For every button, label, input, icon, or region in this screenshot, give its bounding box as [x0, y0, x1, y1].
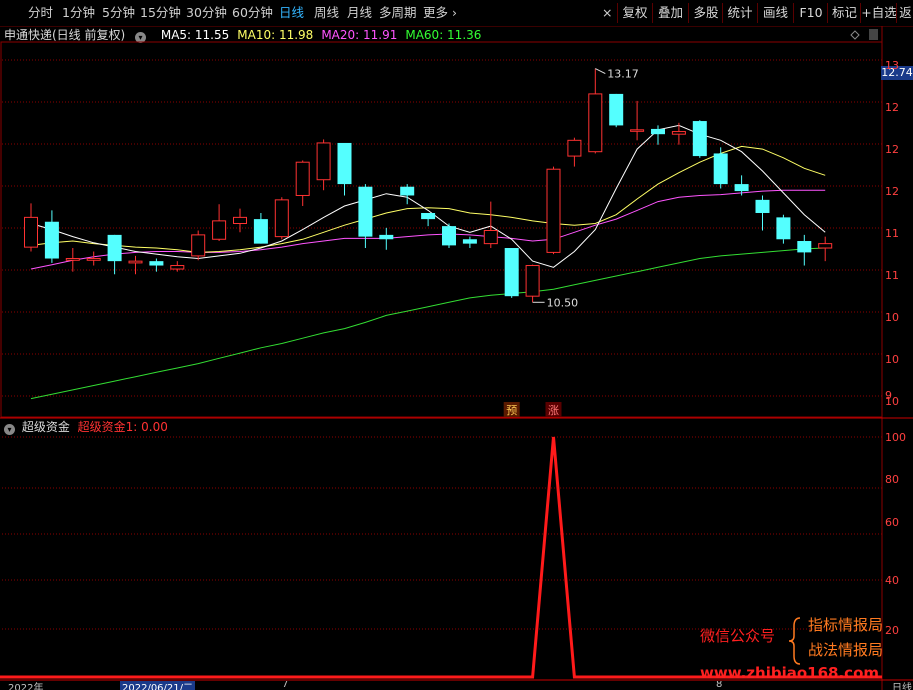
- price-tick-7: 10: [885, 353, 899, 366]
- watermark-line2: 战法情报局: [808, 641, 884, 659]
- candle-body: [400, 186, 415, 196]
- candle-body: [462, 239, 477, 244]
- candle-body: [734, 184, 749, 192]
- candle-body: [316, 142, 331, 181]
- watermark-line1: 指标情报局: [808, 616, 884, 634]
- sub-title[interactable]: 超级资金: [22, 420, 70, 434]
- price-tick-9: 9: [885, 389, 892, 402]
- date-cursor-label: 2022/06/21/二: [120, 681, 196, 690]
- candle-body: [212, 220, 227, 240]
- price-tick-5: 11: [885, 269, 899, 282]
- signal-up-text: 涨: [548, 404, 559, 417]
- signal-pre-text: 预: [506, 404, 517, 417]
- candle-body: [337, 142, 352, 185]
- chart-canvas[interactable]: 13.17 10.50 预 涨: [0, 0, 913, 690]
- main-panel-frame: [0, 41, 883, 418]
- candle-body: [421, 212, 436, 220]
- candle-body: [504, 248, 519, 297]
- candle-body: [797, 241, 812, 253]
- date-label-year: 2022年: [8, 683, 44, 690]
- price-tick-6: 10: [885, 311, 899, 324]
- candle-body: [253, 219, 268, 244]
- brace-icon: [788, 617, 801, 665]
- price-tick-4: 11: [885, 227, 899, 240]
- sub-chart-header: ▾ 超级资金 超级资金1: 0.00: [4, 419, 168, 435]
- high-pointer: [595, 68, 606, 74]
- candle-body: [776, 217, 791, 240]
- candle-body: [651, 128, 665, 135]
- candle-body: [233, 216, 247, 224]
- date-label-month: 7: [282, 681, 289, 690]
- date-axis: 2022年 2022/06/21/二 7 8 日线: [0, 681, 913, 690]
- candle-body: [191, 234, 206, 257]
- high-label: 13.17: [607, 68, 639, 81]
- watermark: 微信公众号 指标情报局 战法情报局 www.zhibiao168.com: [700, 612, 913, 690]
- candle-body: [588, 93, 603, 153]
- date-label-period: 日线: [892, 683, 912, 690]
- ma10-line: [30, 145, 826, 253]
- candle-body: [170, 265, 185, 270]
- sub-settings-icon[interactable]: ▾: [4, 424, 15, 435]
- price-axis: 13 12 12 12 11 11 10 10 10 9 100 80 60 40 20: [883, 26, 913, 690]
- candle-body: [86, 258, 101, 261]
- indicator-tick-0: 100: [885, 431, 906, 444]
- diamond-icon: [850, 30, 860, 40]
- indicator-tick-2: 60: [885, 516, 899, 529]
- candle-body: [24, 216, 38, 248]
- candle-body: [358, 186, 373, 237]
- candle-body: [295, 161, 310, 196]
- candle-body: [546, 168, 561, 253]
- candle-body: [609, 93, 624, 126]
- ma60-line: [30, 247, 826, 400]
- scroll-handle-icon: [869, 29, 878, 40]
- candle-body: [442, 226, 456, 246]
- candle-body: [379, 234, 394, 240]
- price-tick-0: 13: [885, 59, 899, 72]
- watermark-url: www.zhibiao168.com: [700, 664, 880, 682]
- price-tick-2: 12: [885, 143, 899, 156]
- candle-body: [671, 131, 686, 135]
- ma20-line: [30, 189, 826, 270]
- candle-body: [149, 261, 164, 266]
- indicator-value: 超级资金1: 0.00: [77, 420, 168, 434]
- candle-body: [692, 121, 707, 157]
- candle-body: [818, 243, 833, 249]
- candle-body: [630, 129, 645, 132]
- price-tick-3: 12: [885, 185, 899, 198]
- indicator-tick-3: 40: [885, 574, 899, 587]
- candle-body: [483, 230, 498, 245]
- candle-body: [274, 199, 289, 238]
- candle-body: [107, 234, 122, 262]
- date-label-month2: 8: [716, 681, 723, 690]
- watermark-wechat: 微信公众号: [700, 627, 776, 645]
- candle-body: [44, 221, 59, 259]
- candle-body: [713, 153, 728, 185]
- candle-body: [755, 199, 770, 213]
- candle-body: [525, 265, 540, 297]
- low-label: 10.50: [547, 296, 579, 309]
- candle-body: [567, 139, 582, 157]
- candle-body: [65, 258, 80, 261]
- candle-body: [128, 260, 143, 264]
- indicator-tick-1: 80: [885, 473, 899, 486]
- price-tick-1: 12: [885, 101, 899, 114]
